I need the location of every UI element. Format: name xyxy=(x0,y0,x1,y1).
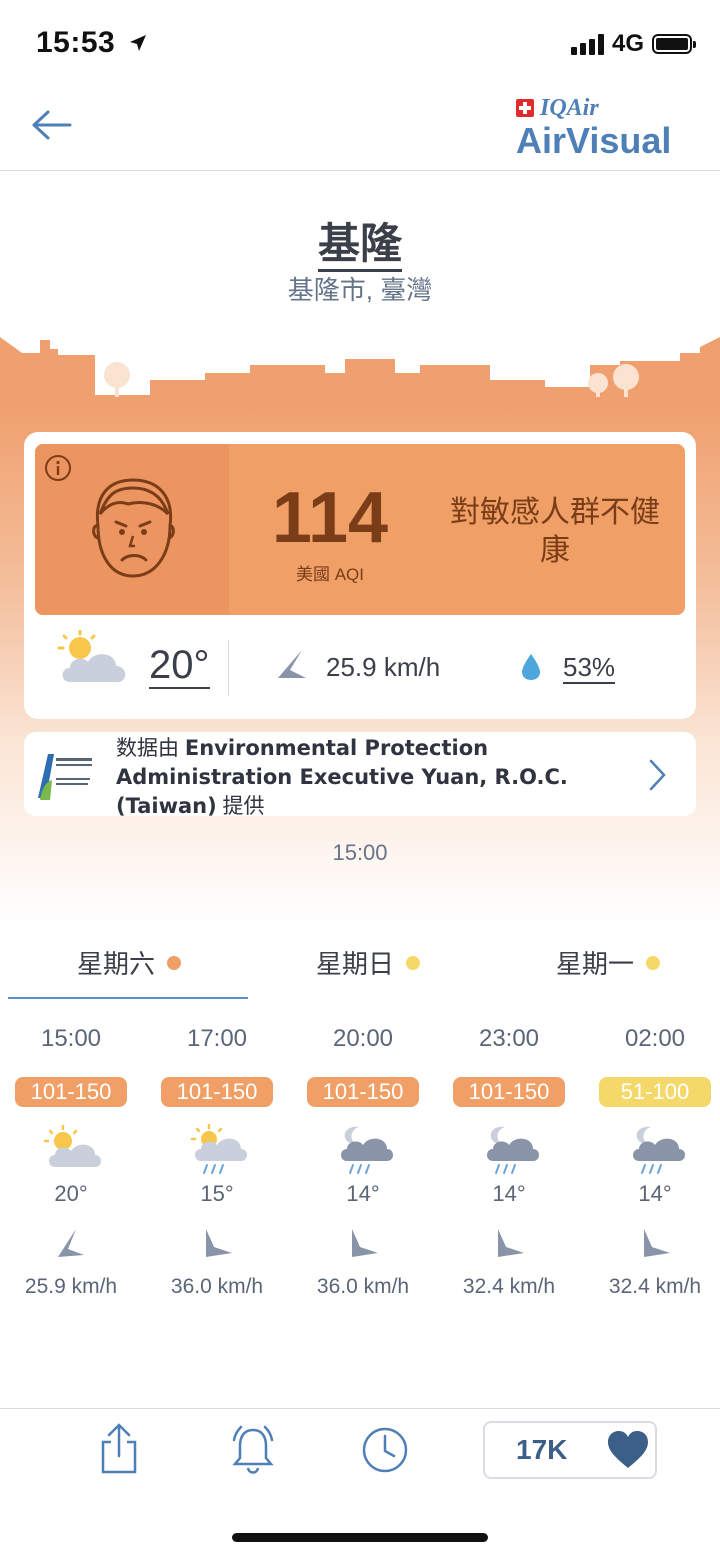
current-wind-speed: 25.9 km/h xyxy=(326,652,441,682)
sun-rain-icon xyxy=(190,1123,247,1174)
wind-direction-icon xyxy=(206,1229,232,1257)
tab-day-label: 星期六 xyxy=(77,949,156,979)
aqi-dot xyxy=(167,955,182,970)
aqi-dot xyxy=(646,955,661,970)
aqi-range-badge: 101-150 xyxy=(453,1077,565,1107)
hour-time: 15:00 xyxy=(40,1025,102,1052)
city-skyline-illustration xyxy=(0,337,720,410)
aqi-range-badge: 101-150 xyxy=(307,1077,419,1107)
source-suffix: 提供 xyxy=(216,795,265,818)
divider xyxy=(228,640,229,696)
status-time-text: 15:53 xyxy=(36,26,116,59)
aqi-range-badge: 101-150 xyxy=(161,1077,273,1107)
wind-direction-icon xyxy=(644,1229,670,1257)
wind-direction-icon xyxy=(278,650,306,678)
hour-temperature: 20° xyxy=(54,1181,88,1206)
logo-iqair: IQAir xyxy=(540,95,599,121)
region-name: 基隆市, 臺灣 xyxy=(287,275,433,305)
wind-direction-icon xyxy=(58,1229,84,1257)
like-count: 17K xyxy=(516,1434,568,1465)
hourly-column: 17:00 101-150 15° 36.0 km/h xyxy=(152,1025,282,1299)
hourly-column: 15:00 101-150 20° 25.9 km/h xyxy=(6,1025,136,1299)
chevron-right-icon[interactable] xyxy=(648,758,668,792)
tab-active-indicator xyxy=(8,997,248,999)
hour-wind-speed: 25.9 km/h xyxy=(24,1275,118,1298)
hour-wind-speed: 32.4 km/h xyxy=(462,1275,556,1298)
alarm-bell-icon[interactable] xyxy=(229,1422,277,1476)
clock-icon[interactable] xyxy=(361,1422,409,1476)
hour-wind-speed: 32.4 km/h xyxy=(608,1275,702,1298)
night-rain-icon xyxy=(487,1126,539,1174)
home-indicator xyxy=(232,1533,488,1542)
hour-wind-speed: 36.0 km/h xyxy=(170,1275,264,1298)
sad-face-icon xyxy=(92,478,175,578)
status-time: 15:53 xyxy=(36,26,148,60)
hourly-column: 02:00 51-100 14° 32.4 km/h xyxy=(590,1025,720,1299)
aqi-range-badge: 101-150 xyxy=(15,1077,127,1107)
hourly-column: 20:00 101-150 14° 36.0 km/h xyxy=(298,1025,428,1299)
hour-time: 20:00 xyxy=(332,1025,394,1052)
signal-icon xyxy=(570,33,604,55)
humidity-drop-icon xyxy=(522,654,540,680)
aqi-range-badge: 51-100 xyxy=(599,1077,711,1107)
airvisual-logo: IQAir AirVisual xyxy=(516,96,678,160)
tab-day-label: 星期一 xyxy=(556,949,635,979)
hour-time: 02:00 xyxy=(624,1025,686,1052)
city-name[interactable]: 基隆 xyxy=(0,210,720,272)
hour-temperature: 15° xyxy=(200,1181,234,1206)
update-time: 15:00 xyxy=(332,840,388,865)
aqi-value: 114 xyxy=(271,478,389,558)
current-humidity[interactable]: 53% xyxy=(563,652,616,684)
swiss-cross-icon xyxy=(516,99,534,117)
wind-direction-icon xyxy=(352,1229,378,1257)
city-name-text[interactable]: 基隆 xyxy=(317,220,402,272)
hourly-column: 23:00 101-150 14° 32.4 km/h xyxy=(444,1025,574,1299)
wind-direction-icon xyxy=(498,1229,524,1257)
night-rain-icon xyxy=(341,1126,393,1174)
heart-icon[interactable] xyxy=(606,1428,650,1472)
tab-day-label: 星期日 xyxy=(316,949,395,979)
current-temperature[interactable]: 20° xyxy=(149,643,210,689)
hour-wind-speed: 36.0 km/h xyxy=(316,1275,410,1298)
logo-airvisual: AirVisual xyxy=(516,120,672,161)
aqi-dot xyxy=(406,955,421,970)
info-icon[interactable] xyxy=(44,454,72,482)
data-source-text[interactable]: 数据由 Environmental Protection Administrat… xyxy=(116,734,636,821)
hour-temperature: 14° xyxy=(638,1181,672,1206)
back-arrow-icon[interactable] xyxy=(30,105,74,145)
aqi-status: 對敏感人群不健康 xyxy=(450,496,660,567)
hour-temperature: 14° xyxy=(346,1181,380,1206)
source-prefix: 数据由 xyxy=(116,737,185,760)
aqi-unit-label: 美國 AQI xyxy=(295,565,364,584)
hour-time: 17:00 xyxy=(186,1025,248,1052)
status-indicators: 4G xyxy=(570,30,696,58)
tab-day-3[interactable]: 星期一 xyxy=(556,944,661,981)
night-rain-icon xyxy=(633,1126,685,1174)
hour-temperature: 14° xyxy=(492,1181,526,1206)
network-label: 4G xyxy=(611,30,644,57)
tab-day-1[interactable]: 星期六 xyxy=(77,944,182,981)
hour-time: 23:00 xyxy=(478,1025,540,1052)
location-arrow-icon xyxy=(130,35,147,51)
battery-icon xyxy=(652,34,696,54)
partly-sunny-icon xyxy=(43,1124,101,1167)
partly-sunny-icon xyxy=(57,630,126,682)
tab-day-2[interactable]: 星期日 xyxy=(316,944,421,981)
share-icon[interactable] xyxy=(95,1422,143,1476)
epa-logo-icon xyxy=(35,744,95,804)
